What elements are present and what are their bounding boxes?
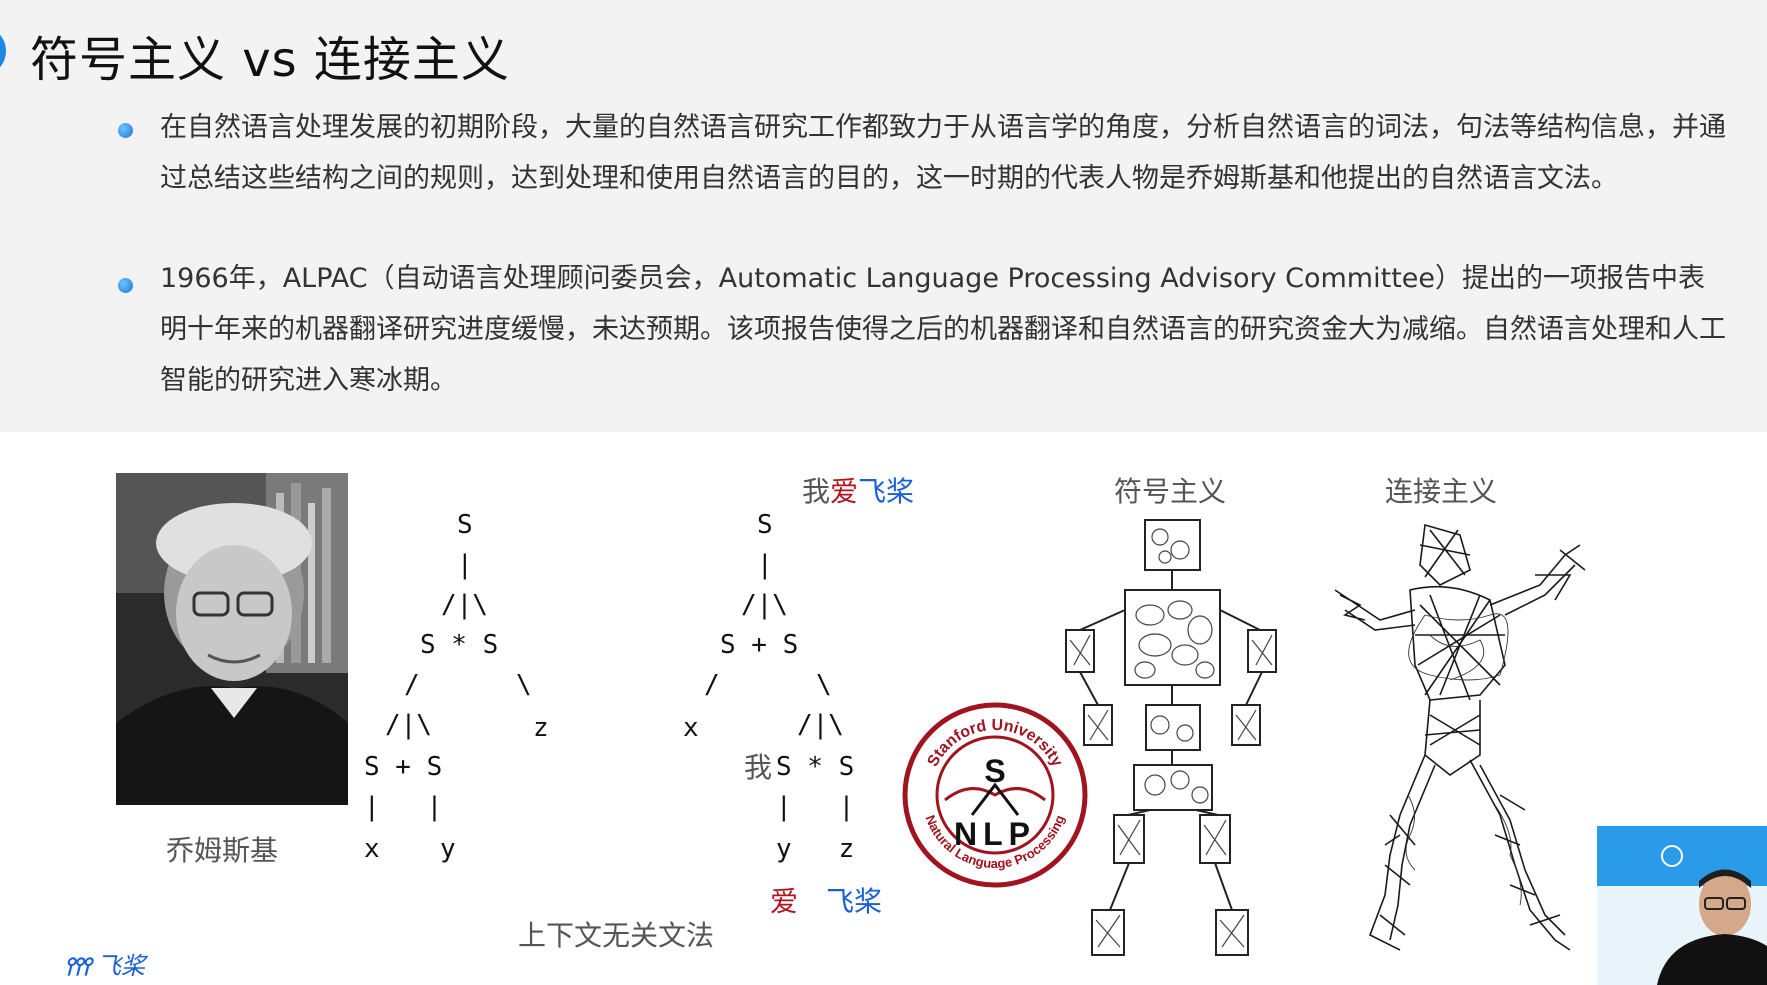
tree2-edge: /|\ <box>741 590 788 620</box>
tree1-node: S * S <box>420 630 499 660</box>
sentence-word-ai: 爱 <box>830 475 859 508</box>
bullet-dot <box>118 123 133 138</box>
bullet-text-2: 1966年，ALPAC（自动语言处理顾问委员会，Automatic Langua… <box>160 263 1726 396</box>
tree2-edge: | | <box>776 792 855 822</box>
tree2-edge: \ <box>816 670 832 700</box>
logo-nlp: NLP <box>954 816 1036 852</box>
tree1-node: S <box>457 510 473 540</box>
tree2-prefix: 我 <box>744 751 773 784</box>
tree1-edge: / <box>404 670 420 700</box>
paddle-logo-text: 飞桨 <box>96 952 145 980</box>
chomsky-photo <box>116 473 348 805</box>
presenter-video <box>1597 826 1767 985</box>
sentence-word-wo: 我 <box>802 475 831 508</box>
paddle-mark-icon: ⫯⫯⫯ <box>64 954 91 980</box>
photo-caption: 乔姆斯基 <box>166 834 279 867</box>
tree2-node: x <box>683 713 699 743</box>
tree2-edge: | <box>757 550 773 580</box>
connectionism-figure <box>1334 523 1586 951</box>
word-ai: 爱 <box>770 885 799 918</box>
slide-title: 符号主义 vs 连接主义 <box>30 32 510 88</box>
tree2-node: S * S <box>776 752 855 782</box>
symbolism-figure <box>1065 519 1277 956</box>
tree2-node: y z <box>776 834 855 864</box>
sentence-word-feijiang: 飞桨 <box>858 475 915 508</box>
symbolism-label: 符号主义 <box>1114 475 1227 508</box>
tree1-node: y <box>440 834 456 864</box>
tree1-node: S + S <box>364 752 443 782</box>
tree2-node: S + S <box>720 630 799 660</box>
bullet-dot <box>118 278 133 293</box>
word-feijiang: 飞桨 <box>826 885 883 918</box>
connectionism-label: 连接主义 <box>1385 475 1498 508</box>
grammar-caption: 上下文无关文法 <box>518 919 715 952</box>
bullet-text-1: 在自然语言处理发展的初期阶段，大量的自然语言研究工作都致力于从语言学的角度，分析… <box>160 112 1726 194</box>
tree1-edge: | <box>457 550 473 580</box>
tree1-node: z <box>533 713 549 743</box>
tree1-edge: /|\ <box>441 590 488 620</box>
paddle-logo: ⫯⫯⫯ 飞桨 <box>64 946 145 981</box>
tree2-edge: /|\ <box>797 710 844 740</box>
tree1-edge: /|\ <box>385 710 432 740</box>
tree1-node: x <box>364 834 380 864</box>
sentence-label: 我爱飞桨 <box>802 470 914 510</box>
logo-letter-s: S <box>984 753 1005 789</box>
tree2-edge: / <box>704 670 720 700</box>
tree1-edge: | | <box>364 792 443 822</box>
tree1-edge: \ <box>516 670 532 700</box>
tree2-node: S <box>757 510 773 540</box>
